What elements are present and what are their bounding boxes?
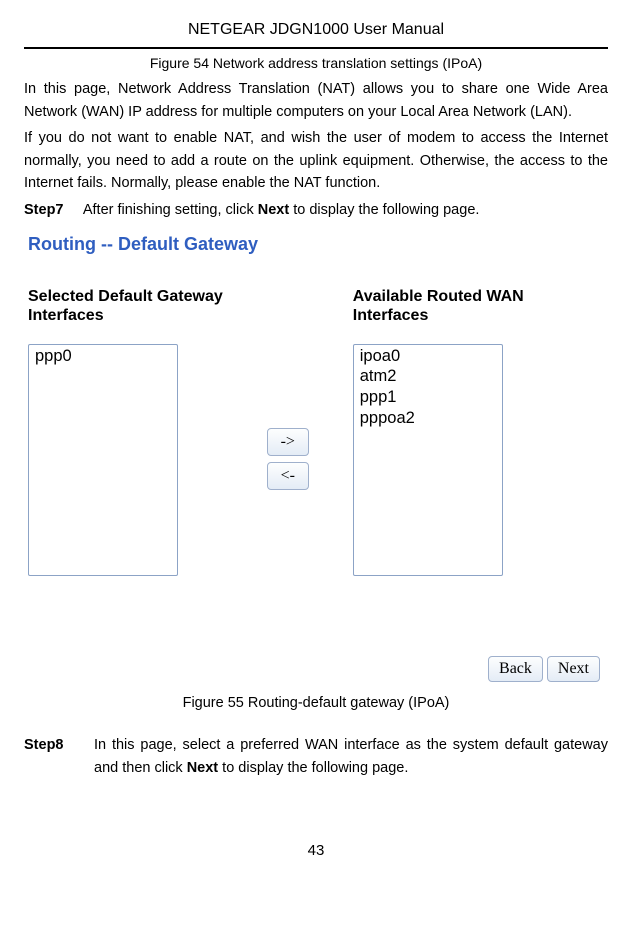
available-wan-group: Available Routed WAN Interfaces ipoa0atm…	[353, 287, 524, 575]
list-item[interactable]: atm2	[358, 367, 498, 388]
step8-line: Step8 In this page, select a preferred W…	[24, 734, 608, 779]
move-right-button[interactable]: ->	[267, 428, 309, 456]
available-wan-label: Available Routed WAN Interfaces	[353, 287, 524, 325]
list-item[interactable]: ipoa0	[358, 347, 498, 368]
router-screenshot: Routing -- Default Gateway Selected Defa…	[24, 227, 608, 685]
router-heading: Routing -- Default Gateway	[28, 231, 606, 259]
doc-title: NETGEAR JDGN1000 User Manual	[24, 18, 608, 45]
para-nat-note: If you do not want to enable NAT, and wi…	[24, 127, 608, 194]
selected-gateway-group: Selected Default Gateway Interfaces ppp0	[28, 287, 223, 575]
wizard-button-row: Back Next	[28, 656, 600, 682]
step8-text-post: to display the following page.	[218, 760, 408, 776]
selected-interfaces-list[interactable]: ppp0	[28, 344, 178, 576]
step7-text-pre: After finishing setting, click	[83, 202, 258, 218]
move-left-button[interactable]: <-	[267, 462, 309, 490]
move-buttons: -> <-	[223, 343, 353, 575]
list-item[interactable]: ppp0	[33, 347, 173, 368]
step7-label: Step7	[24, 202, 64, 218]
step7-text-bold: Next	[258, 202, 289, 218]
back-button[interactable]: Back	[488, 656, 543, 682]
step8-text: In this page, select a preferred WAN int…	[94, 734, 608, 779]
list-item[interactable]: pppoa2	[358, 409, 498, 430]
step7-text-post: to display the following page.	[289, 202, 479, 218]
title-rule	[24, 47, 608, 49]
step8-text-bold: Next	[187, 760, 218, 776]
para-nat-desc: In this page, Network Address Translatio…	[24, 78, 608, 123]
page-number: 43	[24, 839, 608, 862]
step7-line: Step7 After finishing setting, click Nex…	[24, 199, 608, 221]
available-interfaces-list[interactable]: ipoa0atm2ppp1pppoa2	[353, 344, 503, 576]
selected-gateway-label: Selected Default Gateway Interfaces	[28, 287, 223, 325]
next-button[interactable]: Next	[547, 656, 600, 682]
step8-label: Step8	[24, 734, 94, 779]
list-item[interactable]: ppp1	[358, 388, 498, 409]
figure55-caption: Figure 55 Routing-default gateway (IPoA)	[24, 692, 608, 714]
figure54-caption: Figure 54 Network address translation se…	[24, 53, 608, 75]
router-columns: Selected Default Gateway Interfaces ppp0…	[28, 287, 606, 575]
